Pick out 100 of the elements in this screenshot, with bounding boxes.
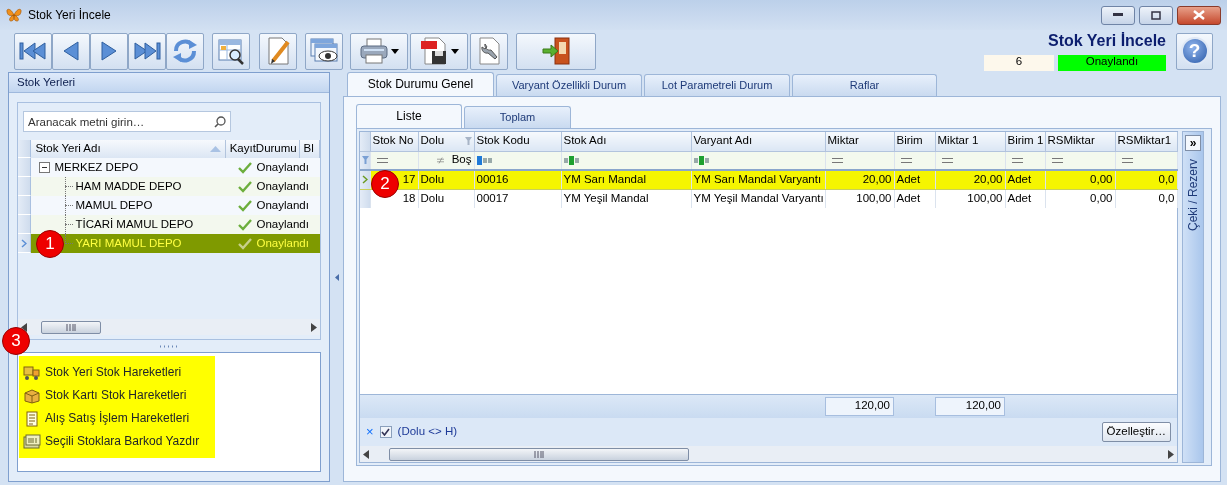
- document-icon: [23, 410, 41, 427]
- window-title: Stok Yeri İncele: [28, 7, 111, 23]
- print-button[interactable]: [350, 32, 408, 70]
- expand-button[interactable]: »: [1185, 135, 1201, 151]
- table-cell: 0,0: [1158, 191, 1175, 204]
- maximize-button[interactable]: [1139, 5, 1173, 25]
- tree-row[interactable]: MERKEZ DEPO Onaylandı: [31, 158, 320, 177]
- tab[interactable]: Raflar: [792, 74, 937, 96]
- first-button[interactable]: [14, 32, 52, 70]
- exit-button[interactable]: [516, 32, 596, 70]
- action-link[interactable]: Stok Kartı Stok Hareketleri: [45, 388, 187, 403]
- table-search-icon: [217, 37, 245, 65]
- table-cell: Adet: [1007, 191, 1032, 204]
- tab[interactable]: Stok Durumu Genel: [347, 72, 494, 96]
- check-icon: [238, 199, 253, 212]
- text-filter-icon: [563, 155, 581, 165]
- scroll-left-icon: [21, 322, 27, 332]
- caret-icon: [391, 48, 399, 54]
- equals-icon: [1011, 157, 1023, 163]
- scrollbar-thumb[interactable]: [41, 320, 101, 334]
- check-icon: [238, 180, 253, 193]
- table-cell: YM Yeşil Mandal: [563, 191, 649, 204]
- scrollbar-thumb[interactable]: [389, 447, 689, 461]
- equals-icon: [1121, 157, 1133, 163]
- table-cell: 00017: [476, 191, 509, 204]
- column-header[interactable]: Stok No: [370, 132, 418, 151]
- minimize-button[interactable]: [1101, 5, 1135, 25]
- close-icon: [1193, 10, 1205, 20]
- horizontal-scrollbar[interactable]: [360, 446, 1177, 462]
- table-cell: 100,00: [967, 191, 1003, 204]
- clear-filter-button[interactable]: ×: [366, 425, 374, 438]
- status-cell: Onaylandı: [256, 217, 309, 232]
- side-tab[interactable]: Çeki / Rezerv: [1185, 159, 1201, 232]
- table-cell: Adet: [896, 172, 921, 185]
- status-cell: Onaylandı: [256, 179, 309, 194]
- filter-checkbox[interactable]: [379, 425, 392, 438]
- customize-button[interactable]: Özelleştir…: [1101, 421, 1171, 442]
- document-disk-icon: [419, 36, 449, 66]
- box-icon: [23, 387, 41, 404]
- horizontal-scrollbar[interactable]: [18, 319, 320, 335]
- action-link[interactable]: Seçili Stoklara Barkod Yazdır: [45, 434, 200, 449]
- table-cell: YM Yeşil Mandal Varyantı: [693, 191, 824, 204]
- edit-button[interactable]: [259, 32, 297, 70]
- table-cell: 00016: [476, 172, 509, 185]
- truck-icon: [23, 364, 41, 381]
- table-cell: Adet: [1007, 172, 1032, 185]
- pdf-button[interactable]: [410, 32, 468, 70]
- tab[interactable]: Toplam: [464, 106, 571, 128]
- table-cell: YM Sarı Mandal: [563, 172, 646, 185]
- not-equal-icon: [436, 155, 444, 165]
- check-icon: [381, 427, 391, 436]
- callout-badge: 3: [2, 327, 30, 355]
- column-header[interactable]: Miktar 1: [935, 132, 1005, 151]
- check-icon: [238, 161, 253, 174]
- equals-icon: [941, 157, 953, 163]
- status-cell: Onaylandı: [256, 236, 309, 251]
- tree-row[interactable]: TİCARİ MAMUL DEPO Onaylandı: [31, 215, 320, 234]
- previous-button[interactable]: [52, 32, 90, 70]
- last-button[interactable]: [128, 32, 166, 70]
- window-eye-icon: [309, 37, 339, 65]
- tools-button[interactable]: [470, 32, 508, 70]
- table-cell: 17: [402, 172, 416, 185]
- butterfly-icon: [6, 8, 22, 22]
- column-header[interactable]: Stok Adı: [561, 132, 691, 151]
- next-button[interactable]: [90, 32, 128, 70]
- text-filter-icon: [476, 155, 494, 165]
- tab[interactable]: Lot Parametreli Durum: [644, 74, 790, 96]
- action-link[interactable]: Stok Yeri Stok Hareketleri: [45, 365, 182, 380]
- tab[interactable]: Liste: [356, 104, 462, 128]
- column-header[interactable]: Dolu: [418, 132, 474, 151]
- filter-expression[interactable]: (Dolu <> H): [397, 424, 458, 439]
- preview-button[interactable]: [305, 32, 343, 70]
- column-header[interactable]: Birim: [894, 132, 935, 151]
- equals-icon: [1051, 157, 1063, 163]
- table-cell: YM Sarı Mandal Varyantı: [693, 172, 822, 185]
- refresh-icon: [171, 37, 199, 65]
- table-cell: 0,00: [1090, 191, 1113, 204]
- maximize-icon: [1151, 10, 1161, 20]
- tree-row[interactable]: MAMUL DEPO Onaylandı: [31, 196, 320, 215]
- column-header[interactable]: Miktar: [825, 132, 894, 151]
- close-button[interactable]: [1177, 5, 1221, 25]
- equals-icon: [900, 157, 912, 163]
- table-cell: 20,00: [973, 172, 1003, 185]
- door-arrow-icon: [539, 36, 573, 66]
- tree-row[interactable]: HAM MADDE DEPO Onaylandı: [31, 177, 320, 196]
- search-button[interactable]: [212, 32, 250, 70]
- scroll-right-icon: [1168, 449, 1174, 459]
- column-header[interactable]: RSMiktar1: [1115, 132, 1177, 151]
- refresh-button[interactable]: [166, 32, 204, 70]
- tab[interactable]: Varyant Özellikli Durum: [496, 74, 642, 96]
- table-cell: Adet: [896, 191, 921, 204]
- column-header[interactable]: Birim 1: [1005, 132, 1045, 151]
- check-icon: [238, 237, 253, 250]
- column-header[interactable]: Stok Kodu: [474, 132, 561, 151]
- action-link[interactable]: Alış Satış İşlem Hareketleri: [45, 411, 190, 426]
- search-field[interactable]: Aranacak metni girin…: [23, 111, 231, 132]
- column-header[interactable]: RSMiktar: [1045, 132, 1115, 151]
- column-header[interactable]: Varyant Adı: [691, 132, 825, 151]
- skip-forward-icon: [132, 39, 162, 63]
- table-cell: 18: [402, 191, 416, 204]
